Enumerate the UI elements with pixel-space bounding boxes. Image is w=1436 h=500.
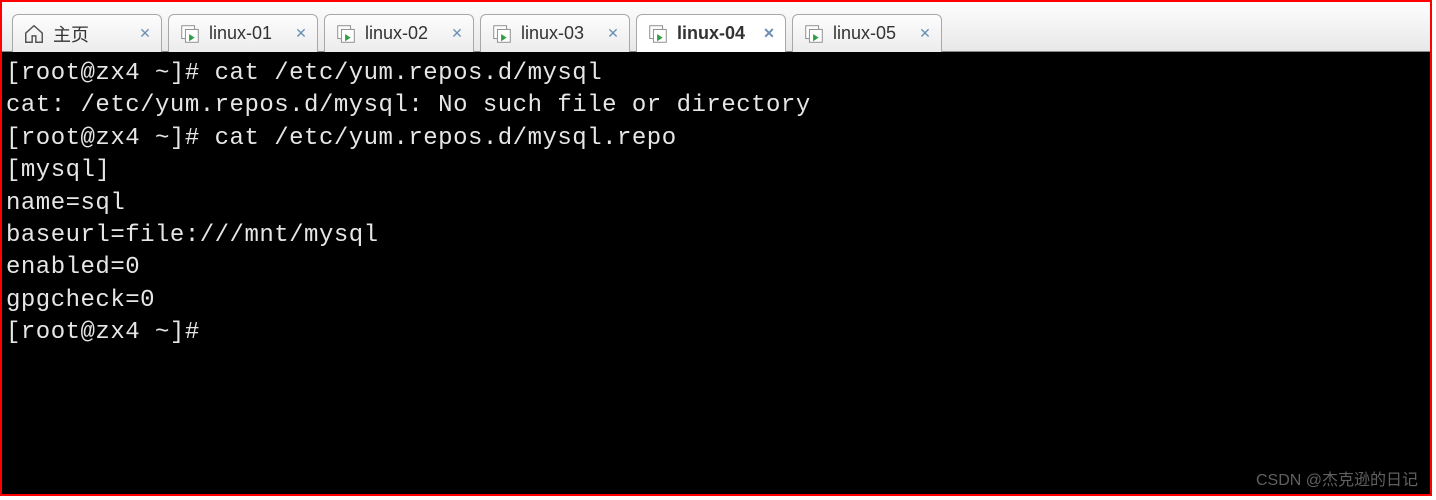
- tab-label: linux-02: [365, 23, 439, 44]
- close-icon[interactable]: ✕: [137, 26, 153, 42]
- close-icon[interactable]: ✕: [761, 26, 777, 42]
- tab-home[interactable]: 主页 ✕: [12, 14, 162, 52]
- vm-icon: [179, 23, 201, 45]
- close-icon[interactable]: ✕: [293, 26, 309, 42]
- terminal-line: name=sql: [6, 190, 125, 217]
- vm-icon: [803, 23, 825, 45]
- tab-label: 主页: [53, 21, 127, 47]
- tab-linux-01[interactable]: linux-01 ✕: [168, 14, 318, 52]
- terminal-line: [mysql]: [6, 157, 110, 184]
- tab-label: linux-05: [833, 23, 907, 44]
- tab-bar: 主页 ✕ linux-01 ✕ linux-02 ✕ linux-03 ✕: [2, 2, 1430, 52]
- close-icon[interactable]: ✕: [605, 26, 621, 42]
- watermark: CSDN @杰克逊的日记: [1256, 466, 1418, 490]
- terminal-line: cat: /etc/yum.repos.d/mysql: No such fil…: [6, 92, 811, 119]
- close-icon[interactable]: ✕: [917, 26, 933, 42]
- tab-label: linux-04: [677, 23, 751, 44]
- terminal-line: [root@zx4 ~]# cat /etc/yum.repos.d/mysql: [6, 60, 602, 87]
- tab-linux-02[interactable]: linux-02 ✕: [324, 14, 474, 52]
- close-icon[interactable]: ✕: [449, 26, 465, 42]
- terminal-line: gpgcheck=0: [6, 287, 155, 314]
- vm-icon: [335, 23, 357, 45]
- vm-icon: [647, 23, 669, 45]
- vm-window-frame: 主页 ✕ linux-01 ✕ linux-02 ✕ linux-03 ✕: [0, 0, 1432, 496]
- terminal-line: [root@zx4 ~]# cat /etc/yum.repos.d/mysql…: [6, 125, 677, 152]
- vm-icon: [491, 23, 513, 45]
- tab-label: linux-03: [521, 23, 595, 44]
- terminal-line: [root@zx4 ~]#: [6, 319, 215, 346]
- tab-label: linux-01: [209, 23, 283, 44]
- tab-linux-03[interactable]: linux-03 ✕: [480, 14, 630, 52]
- terminal-line: baseurl=file:///mnt/mysql: [6, 222, 379, 249]
- terminal-output[interactable]: [root@zx4 ~]# cat /etc/yum.repos.d/mysql…: [2, 52, 1430, 494]
- terminal-line: enabled=0: [6, 254, 140, 281]
- tab-linux-05[interactable]: linux-05 ✕: [792, 14, 942, 52]
- home-icon: [23, 23, 45, 45]
- tab-linux-04[interactable]: linux-04 ✕: [636, 14, 786, 52]
